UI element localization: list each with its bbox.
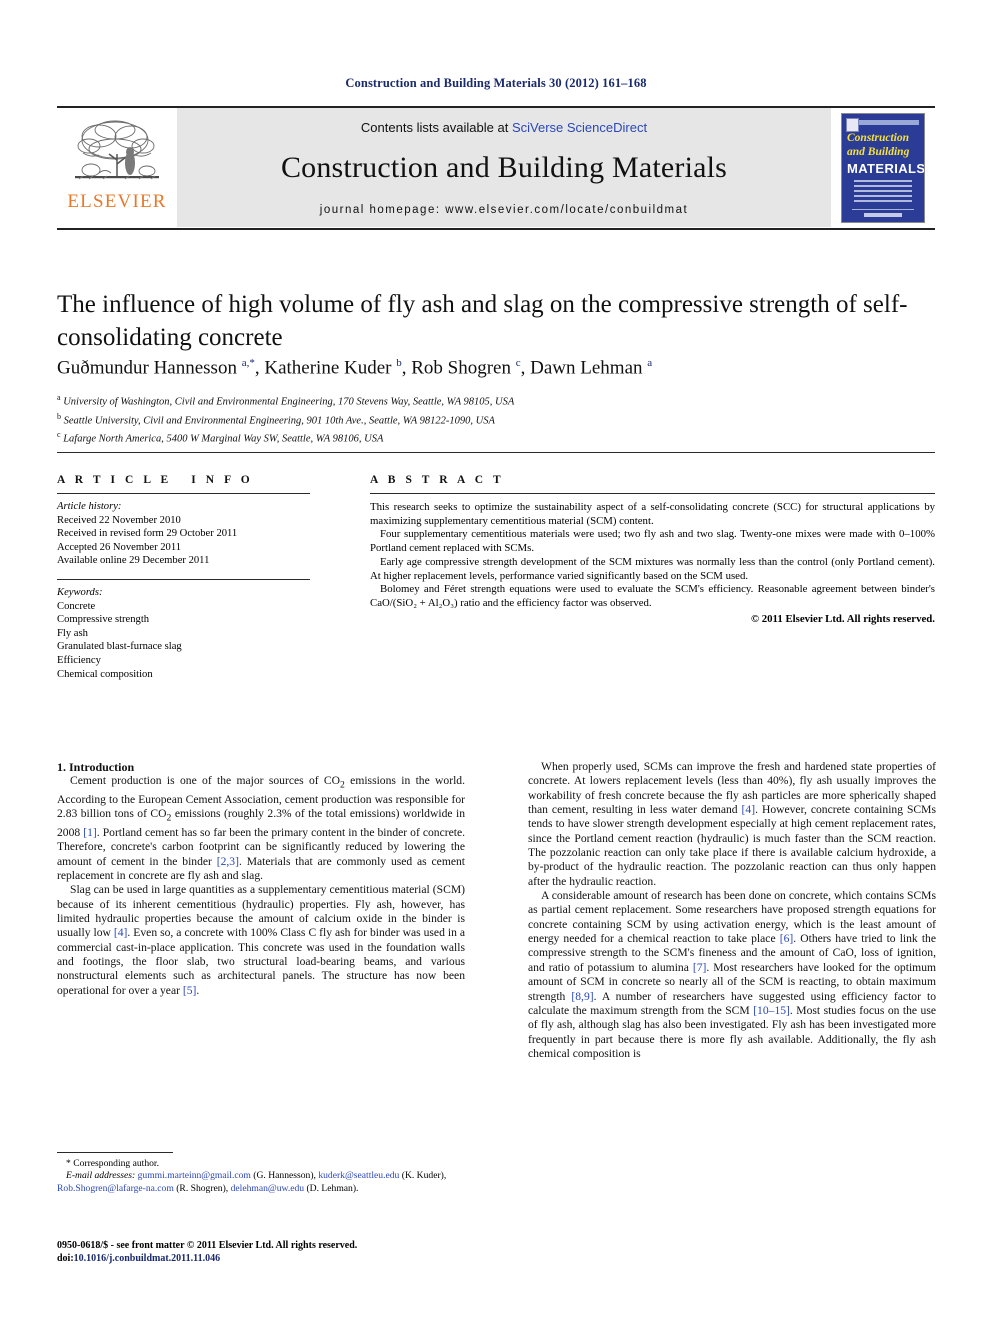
email-person: (G. Hannesson) — [253, 1170, 314, 1182]
affiliation-item: c Lafarge North America, 5400 W Marginal… — [57, 430, 384, 445]
cover-publisher-badge-icon — [846, 117, 859, 132]
article-title: The influence of high volume of fly ash … — [57, 291, 908, 351]
journal-homepage-link[interactable]: journal homepage: www.elsevier.com/locat… — [320, 204, 688, 216]
email-person: (K. Kuder) — [401, 1170, 444, 1182]
citation-link[interactable]: [2,3] — [217, 855, 239, 868]
affiliation-item: b Seattle University, Civil and Environm… — [57, 411, 495, 427]
citation-link[interactable]: [1] — [83, 826, 97, 839]
info-top-rule — [57, 452, 935, 453]
email-person: (D. Lehman) — [306, 1182, 357, 1194]
history-item: Available online 29 December 2011 — [57, 555, 210, 567]
abstract-paragraph: Early age compressive strength developme… — [370, 555, 935, 582]
section-heading-introduction: 1. Introduction — [57, 760, 135, 774]
keyword-item: Fly ash — [57, 627, 88, 639]
elsevier-tree-icon — [75, 120, 159, 180]
article-info-column: Article history: Received 22 November 20… — [57, 493, 310, 687]
elsevier-logo: ELSEVIER — [57, 108, 177, 227]
cover-line-3: MATERIALS — [847, 160, 925, 176]
email-link[interactable]: delehman@uw.edu — [231, 1183, 304, 1194]
corresponding-author-note: * Corresponding author. — [66, 1158, 159, 1169]
journal-title: Construction and Building Materials — [280, 151, 728, 184]
keywords-label: Keywords: — [57, 586, 103, 598]
cover-footer-mark — [864, 212, 902, 217]
issn-front-matter: 0950-0618/$ - see front matter © 2011 El… — [57, 1240, 358, 1251]
history-item: Accepted 26 November 2011 — [57, 541, 182, 553]
citation-link[interactable]: [6] — [780, 932, 794, 945]
doi-line: doi:10.1016/j.conbuildmat.2011.11.046 — [57, 1252, 557, 1265]
body-column-left: 1. Introduction Cement production is one… — [57, 760, 465, 998]
article-info-heading: A R T I C L E I N F O — [57, 474, 254, 486]
history-item: Received 22 November 2010 — [57, 514, 181, 526]
body-column-right: When properly used, SCMs can improve the… — [528, 760, 936, 1061]
doi-label: doi: — [57, 1253, 74, 1264]
abstract-copyright: © 2011 Elsevier Ltd. All rights reserved… — [750, 612, 935, 625]
cover-line-1: Construction — [847, 131, 909, 144]
running-head: Construction and Building Materials 30 (… — [345, 76, 647, 90]
corresponding-author-footnote: * Corresponding author. E-mail addresses… — [57, 1152, 465, 1195]
journal-cover-thumbnail[interactable]: Construction and Building MATERIALS — [831, 108, 935, 227]
email-addresses-note: E-mail addresses: gummi.marteinn@gmail.c… — [57, 1170, 447, 1194]
article-page: Construction and Building Materials 30 (… — [0, 0, 992, 1323]
abstract-rule — [370, 493, 935, 494]
abstract-paragraph: Bolomey and Féret strength equations wer… — [370, 583, 935, 609]
article-history-block: Article history: Received 22 November 20… — [57, 493, 310, 568]
cover-line-2: and Building — [847, 145, 910, 158]
abstract-paragraph: Four supplementary cementitious material… — [370, 528, 935, 555]
author-list: Guðmundur Hannesson a,*, Katherine Kuder… — [57, 357, 653, 379]
journal-cover-image: Construction and Building MATERIALS — [841, 112, 925, 223]
journal-masthead: ELSEVIER Contents lists available at Sci… — [57, 106, 935, 230]
cover-text-block — [854, 179, 912, 204]
body-paragraph: When properly used, SCMs can improve the… — [528, 760, 936, 888]
body-paragraph: A considerable amount of research has be… — [528, 889, 937, 1060]
body-paragraph: Slag can be used in large quantities as … — [57, 883, 466, 997]
article-history-label: Article history: — [57, 501, 122, 512]
history-item: Received in revised form 29 October 2011 — [57, 528, 238, 540]
sciencedirect-link[interactable]: SciVerse ScienceDirect — [512, 120, 647, 135]
citation-link[interactable]: [8,9] — [571, 990, 593, 1003]
citation-link[interactable]: [5] — [183, 984, 197, 997]
email-link[interactable]: Rob.Shogren@lafarge-na.com — [57, 1183, 174, 1194]
citation-link[interactable]: [7] — [693, 961, 707, 974]
affiliation-item: a University of Washington, Civil and En… — [57, 393, 515, 408]
contents-available-line: Contents lists available at SciVerse Sci… — [361, 120, 647, 135]
keyword-item: Chemical composition — [57, 668, 153, 680]
affiliation-list: a University of Washington, Civil and En… — [57, 391, 937, 447]
keyword-item: Granulated blast-furnace slag — [57, 641, 182, 653]
abstract-column: This research seeks to optimize the sust… — [370, 493, 935, 626]
keyword-item: Compressive strength — [57, 614, 150, 626]
elsevier-wordmark: ELSEVIER — [67, 191, 167, 212]
cover-divider — [852, 208, 914, 210]
keyword-item: Concrete — [57, 600, 96, 612]
email-link[interactable]: gummi.marteinn@gmail.com — [138, 1170, 251, 1181]
abstract-heading: A B S T R A C T — [370, 474, 505, 486]
body-paragraph: Cement production is one of the major so… — [57, 774, 466, 883]
abstract-paragraph: This research seeks to optimize the sust… — [370, 501, 935, 527]
footnote-rule — [57, 1152, 173, 1153]
contents-prefix: Contents lists available at — [360, 120, 512, 135]
citation-link[interactable]: [10–15] — [753, 1004, 790, 1017]
journal-band: Contents lists available at SciVerse Sci… — [177, 108, 831, 227]
email-label: E-mail addresses: — [66, 1170, 136, 1182]
citation-link[interactable]: [4] — [742, 803, 756, 816]
doi-link[interactable]: 10.1016/j.conbuildmat.2011.11.046 — [74, 1253, 220, 1264]
cover-top-bar — [859, 119, 919, 125]
email-person: (R. Shogren) — [176, 1182, 226, 1194]
keywords-block: Keywords: Concrete Compressive strength … — [57, 578, 310, 681]
colophon: 0950-0618/$ - see front matter © 2011 El… — [57, 1239, 557, 1265]
citation-link[interactable]: [4] — [114, 926, 128, 939]
email-link[interactable]: kuderk@seattleu.edu — [318, 1170, 399, 1181]
keyword-item: Efficiency — [57, 654, 101, 666]
